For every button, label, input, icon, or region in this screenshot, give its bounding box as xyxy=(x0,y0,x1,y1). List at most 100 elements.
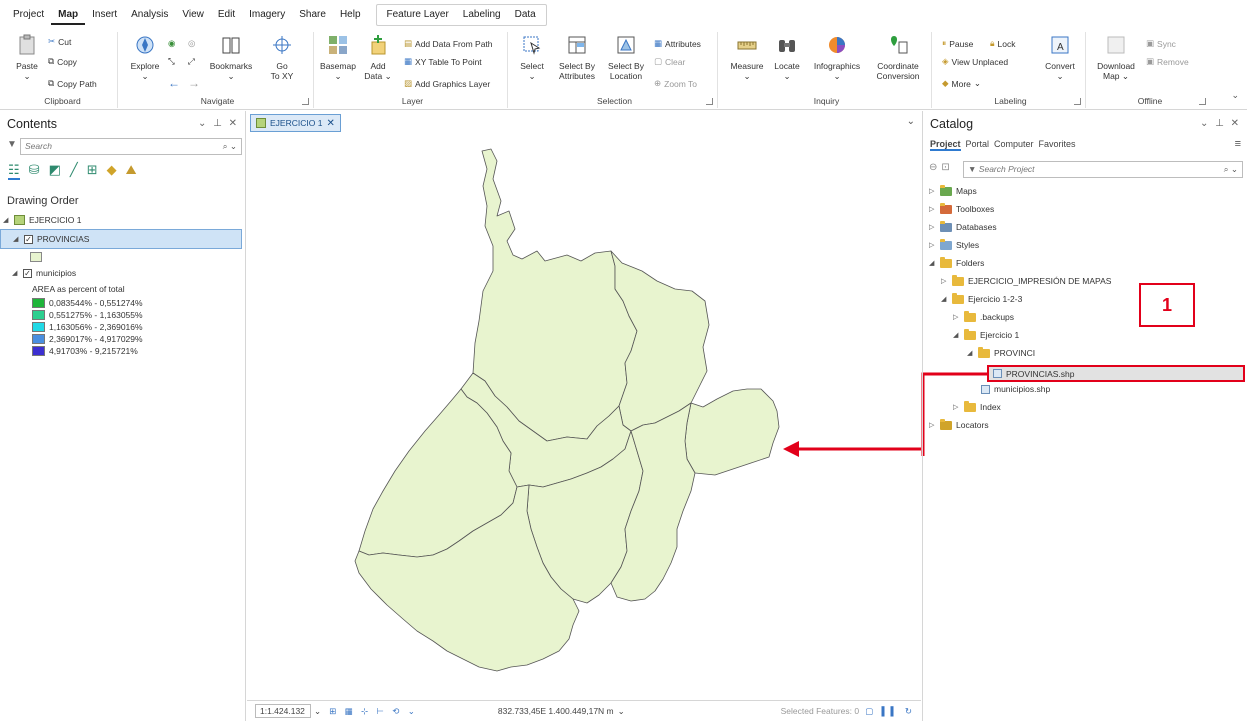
drawing-order-icon[interactable]: ☷ xyxy=(8,162,20,180)
copy-button[interactable]: ⧉ Copy xyxy=(48,56,77,67)
catalog-search-input[interactable]: ▼ Search Project ⌕ ⌄ xyxy=(963,161,1243,178)
menu-tab-view[interactable]: View xyxy=(175,5,211,25)
map-view[interactable]: EJERCICIO 1 ✕ ⌄ 1:1.424.132 ⌄ ⊞ ▦ ⊹ ⊢ ⟲ … xyxy=(247,111,921,721)
select-button[interactable]: Select ⌄ xyxy=(514,34,550,81)
menu-tab-project[interactable]: Project xyxy=(6,5,51,25)
legend-item[interactable]: 2,369017% - 4,917029% xyxy=(32,333,143,345)
fixed-zoom-button[interactable]: ◎ xyxy=(188,38,195,49)
catalog-item-styles[interactable]: ▷ Styles xyxy=(929,238,979,250)
forward-button[interactable]: → xyxy=(188,76,200,90)
infographics-button[interactable]: Infographics ⌄ xyxy=(810,34,864,81)
catalog-item-ejercicio-1[interactable]: ◢ Ejercicio 1 xyxy=(953,328,1019,340)
pane-controls[interactable]: ⌄ ⊥ ✕ xyxy=(1200,118,1241,129)
attributes-button[interactable]: ▦ Attributes xyxy=(654,38,701,49)
layer-municipios[interactable]: ◢ ✓ municipios xyxy=(12,268,76,278)
collapse-icon[interactable]: ◢ xyxy=(13,235,20,243)
selection-launcher-icon[interactable] xyxy=(706,98,713,105)
convert-button[interactable]: A Convert ⌄ xyxy=(1040,34,1080,81)
contents-search-input[interactable]: Search ⌕ ⌄ xyxy=(20,138,242,155)
bookmarks-button[interactable]: Bookmarks ⌄ xyxy=(206,34,256,81)
view-unplaced-button[interactable]: ◈ View Unplaced xyxy=(942,56,1008,67)
catalog-item-provincias-shp[interactable]: PROVINCIAS.shp xyxy=(987,365,1245,382)
menu-tab-analysis[interactable]: Analysis xyxy=(124,5,175,25)
catalog-tab-computer[interactable]: Computer xyxy=(994,139,1034,151)
full-extent-button[interactable]: ◉ xyxy=(168,38,175,49)
data-source-icon[interactable]: ⛁ xyxy=(29,162,40,180)
add-graphics-layer-button[interactable]: ▨ Add Graphics Layer xyxy=(404,78,490,89)
map-node[interactable]: ◢ EJERCICIO 1 xyxy=(3,215,81,225)
legend-item[interactable]: 4,91703% - 9,215721% xyxy=(32,345,143,357)
pane-controls[interactable]: ⌄ ⊥ ✕ xyxy=(198,118,239,129)
add-data-button[interactable]: Add Data ⌄ xyxy=(362,34,394,81)
editing-view-icon[interactable]: ╱ xyxy=(70,162,78,180)
basemap-button[interactable]: Basemap ⌄ xyxy=(318,34,358,81)
zoom-out-fixed-button[interactable]: ⤢ xyxy=(188,56,195,67)
catalog-item-toolboxes[interactable]: ▷ Toolboxes xyxy=(929,202,994,214)
menu-tab-data[interactable]: Data xyxy=(508,5,543,25)
scale-box[interactable]: 1:1.424.132 xyxy=(255,704,311,718)
menu-tab-labeling[interactable]: Labeling xyxy=(456,5,508,25)
catalog-item-databases[interactable]: ▷ Databases xyxy=(929,220,997,232)
catalog-item-backups[interactable]: ▷ .backups xyxy=(953,310,1014,322)
legend-item[interactable]: 1,163056% - 2,369016% xyxy=(32,321,143,333)
labeling-launcher-icon[interactable] xyxy=(1074,98,1081,105)
measure-button[interactable]: Measure ⌄ xyxy=(728,34,766,81)
coordinate-conversion-button[interactable]: Coordinate Conversion xyxy=(868,34,928,81)
catalog-item-index[interactable]: ▷ Index xyxy=(953,400,1001,412)
menu-tab-edit[interactable]: Edit xyxy=(211,5,242,25)
municipios-visibility-checkbox[interactable]: ✓ xyxy=(23,268,32,278)
collapse-icon[interactable]: ◢ xyxy=(12,269,19,277)
catalog-item-municipios-shp[interactable]: municipios.shp xyxy=(981,384,1050,394)
catalog-item-folders[interactable]: ◢ Folders xyxy=(929,256,984,268)
zoom-to-button[interactable]: ⊕ Zoom To xyxy=(654,78,697,89)
provincias-visibility-checkbox[interactable]: ✓ xyxy=(24,234,33,244)
locate-button[interactable]: Locate ⌄ xyxy=(770,34,804,81)
paste-button[interactable]: Paste ⌄ xyxy=(12,34,42,81)
explore-button[interactable]: Explore ⌄ xyxy=(128,34,162,81)
map-canvas[interactable] xyxy=(247,111,921,700)
select-by-location-button[interactable]: Select By Location xyxy=(604,34,648,81)
catalog-tab-favorites[interactable]: Favorites xyxy=(1039,139,1076,151)
menu-tab-imagery[interactable]: Imagery xyxy=(242,5,292,25)
navigate-launcher-icon[interactable] xyxy=(302,98,309,105)
clear-button[interactable]: ▢ Clear xyxy=(654,56,685,67)
layer-provincias[interactable]: ◢ ✓ PROVINCIAS xyxy=(0,229,242,249)
offline-launcher-icon[interactable] xyxy=(1199,98,1206,105)
cut-button[interactable]: ✂ Cut xyxy=(48,36,71,47)
charts-view-icon[interactable]: ⛰ xyxy=(126,162,137,180)
coordinates-dropdown-icon[interactable]: ⌄ xyxy=(618,706,625,717)
selection-view-icon[interactable]: ◩ xyxy=(49,162,61,180)
sync-button[interactable]: ▣ Sync xyxy=(1146,38,1176,49)
scale-dropdown-icon[interactable]: ⌄ xyxy=(314,706,321,717)
map-tools-icon[interactable]: ⊞ ▦ ⊹ ⊢ ⟲ ⌄ xyxy=(329,706,418,717)
menu-tab-help[interactable]: Help xyxy=(333,5,368,25)
catalog-item-provinci[interactable]: ◢ PROVINCI xyxy=(967,346,1035,358)
catalog-item-locators[interactable]: ▷ Locators xyxy=(929,418,989,430)
snapping-view-icon[interactable]: ⊞ xyxy=(87,162,98,180)
labeling-view-icon[interactable]: ◆ xyxy=(107,162,117,180)
legend-item[interactable]: 0,551275% - 1,163055% xyxy=(32,309,143,321)
status-controls-icon[interactable]: ▢ ▌▌ ↻ xyxy=(865,706,915,717)
menu-tab-feature-layer[interactable]: Feature Layer xyxy=(380,5,456,25)
collapse-ribbon-icon[interactable]: ⌄ xyxy=(1231,90,1239,101)
menu-icon[interactable]: ≡ xyxy=(1235,138,1241,150)
copy-path-button[interactable]: ⧉ Copy Path xyxy=(48,78,97,89)
filter-icon[interactable]: ▼ xyxy=(7,139,17,150)
catalog-item-folder-ejercicio-123[interactable]: ◢ Ejercicio 1-2-3 xyxy=(941,292,1022,304)
menu-tab-insert[interactable]: Insert xyxy=(85,5,124,25)
xy-table-button[interactable]: ▦ XY Table To Point xyxy=(404,56,482,67)
back-icon[interactable]: ⊖ xyxy=(929,162,937,173)
download-map-button[interactable]: Download Map ⌄ xyxy=(1094,34,1138,81)
more-labeling-button[interactable]: ◆ More ⌄ xyxy=(942,78,981,89)
refresh-icon[interactable]: ⊡ xyxy=(941,162,949,173)
catalog-tab-portal[interactable]: Portal xyxy=(966,139,990,151)
provincias-symbol-swatch[interactable] xyxy=(30,252,42,262)
catalog-tab-project[interactable]: Project xyxy=(930,139,961,151)
collapse-icon[interactable]: ◢ xyxy=(3,216,10,224)
menu-tab-share[interactable]: Share xyxy=(292,5,333,25)
province-east[interactable] xyxy=(684,388,780,476)
legend-item[interactable]: 0,083544% - 0,551274% xyxy=(32,297,143,309)
zoom-in-fixed-button[interactable]: ⤡ xyxy=(168,56,175,67)
catalog-item-folder-ejercicio-impresion[interactable]: ▷ EJERCICIO_IMPRESIÓN DE MAPAS xyxy=(941,274,1111,286)
lock-labeling-button[interactable]: 🔒︎ Lock xyxy=(990,38,1016,49)
